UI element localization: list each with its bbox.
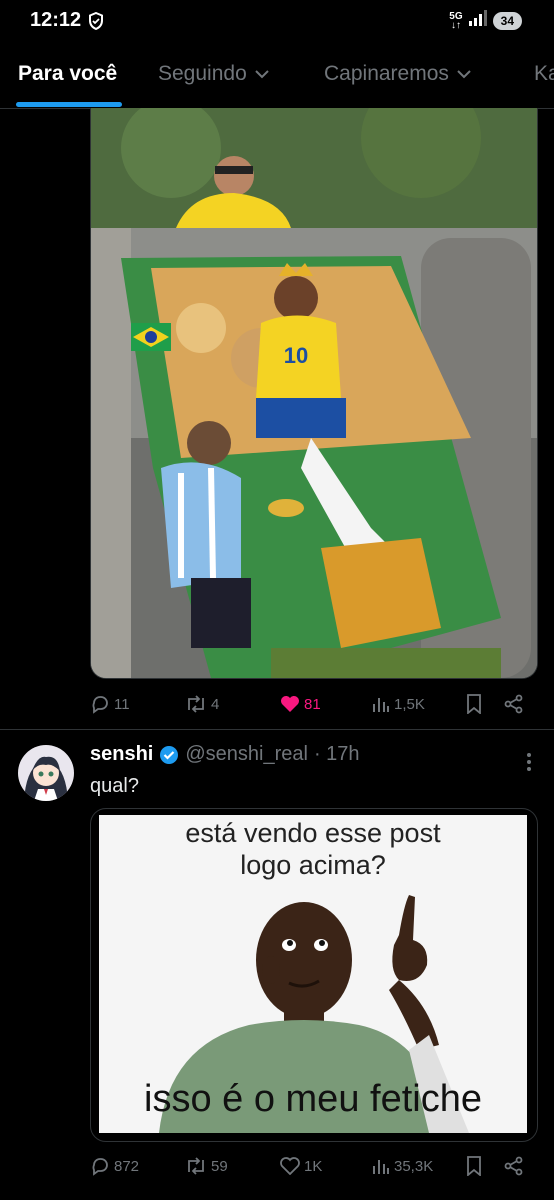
share-button[interactable]: [504, 1156, 524, 1176]
status-bar: 12:12 5G ↓↑ 34: [0, 0, 554, 44]
status-time: 12:12: [30, 9, 82, 31]
bookmark-button[interactable]: [466, 694, 482, 714]
active-tab-indicator: [16, 102, 122, 107]
share-icon: [504, 1156, 523, 1176]
verified-badge-icon: [160, 745, 179, 764]
post-text: qual?: [90, 775, 139, 797]
heart-icon: [280, 1157, 300, 1175]
post-media[interactable]: está vendo esse post logo acima? isso é …: [90, 808, 538, 1142]
share-icon: [504, 694, 523, 714]
shield-icon: [88, 11, 104, 35]
repost-button[interactable]: 59: [185, 1157, 228, 1175]
network-type: 5G ↓↑: [449, 10, 463, 31]
view-count: 1,5K: [394, 695, 425, 713]
repost-icon: [188, 1157, 204, 1175]
repost-count: 4: [211, 695, 220, 713]
post-action-bar: 11 4 81 1,5K: [90, 690, 536, 718]
shirt-number: 10: [284, 343, 308, 368]
tab-capinaremos[interactable]: Capinaremos: [324, 62, 471, 86]
bookmark-icon: [467, 1156, 481, 1176]
like-count: 81: [304, 695, 321, 713]
chevron-down-icon: [457, 70, 471, 79]
share-button[interactable]: [504, 694, 524, 714]
heart-filled-icon: [281, 696, 299, 712]
post-photo[interactable]: 10: [90, 108, 538, 679]
blanket-artwork-photo: 10: [91, 108, 537, 678]
like-button[interactable]: 81: [280, 695, 321, 713]
bar-chart-icon: [373, 698, 389, 712]
author-handle[interactable]: @senshi_real: [185, 743, 308, 766]
signal-icon: [468, 10, 487, 31]
post-action-bar: 872 59 1K 35,3K: [90, 1152, 536, 1180]
like-count: 1K: [304, 1157, 323, 1175]
meme-top-text: está vendo esse post logo acima?: [185, 818, 441, 880]
tab-label: Para você: [18, 62, 118, 85]
post-divider: [0, 729, 554, 730]
battery-indicator: 34: [492, 11, 522, 30]
views-button[interactable]: 1,5K: [372, 695, 425, 713]
reply-button[interactable]: 872: [90, 1156, 139, 1176]
repost-count: 59: [211, 1157, 228, 1175]
more-options-icon[interactable]: [526, 752, 532, 777]
author-name[interactable]: senshi: [90, 743, 153, 766]
tab-label: Capinaremos: [324, 62, 449, 85]
repost-icon: [188, 695, 204, 713]
view-count: 35,3K: [394, 1157, 434, 1175]
post-time: · 17h: [313, 743, 360, 765]
bookmark-icon: [467, 694, 481, 714]
tab-para-voce[interactable]: Para você: [18, 62, 117, 86]
timeline-tabs: Para você Seguindo Capinaremos Ka: [0, 52, 554, 109]
tab-label: Seguindo: [158, 62, 247, 85]
meme-image: está vendo esse post logo acima? isso é …: [99, 815, 527, 1133]
anime-avatar-icon: [18, 745, 74, 801]
meme-bottom-text: isso é o meu fetiche: [144, 1078, 482, 1120]
reply-icon: [92, 1158, 108, 1176]
repost-button[interactable]: 4: [185, 695, 219, 713]
chevron-down-icon: [255, 70, 269, 79]
reply-button[interactable]: 11: [90, 694, 130, 714]
bookmark-button[interactable]: [466, 1156, 482, 1176]
avatar[interactable]: [18, 745, 74, 801]
reply-count: 872: [114, 1157, 140, 1175]
tab-label: Ka: [534, 62, 554, 85]
tab-seguindo[interactable]: Seguindo: [158, 62, 269, 86]
reply-count: 11: [114, 695, 130, 713]
reply-icon: [92, 696, 108, 714]
tab-ka[interactable]: Ka: [534, 62, 554, 86]
post-header: senshi @senshi_real · 17h: [90, 743, 360, 766]
views-button[interactable]: 35,3K: [372, 1157, 433, 1175]
bar-chart-icon: [373, 1160, 389, 1174]
like-button[interactable]: 1K: [280, 1157, 322, 1175]
